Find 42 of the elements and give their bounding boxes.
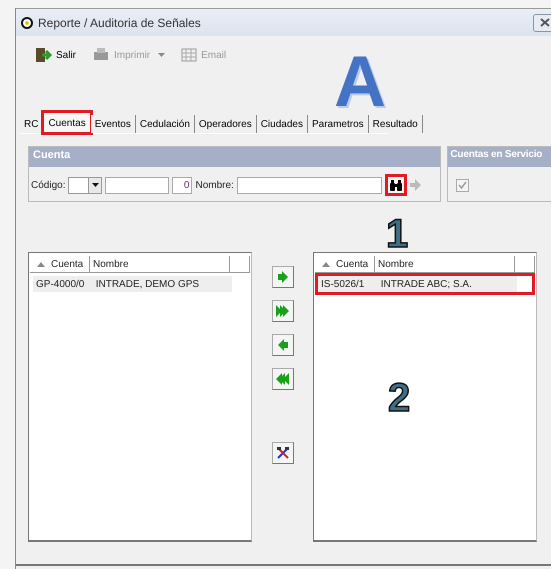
field-label: Nombre: <box>195 180 234 190</box>
grid-icon <box>181 47 198 63</box>
arrow-right-icon <box>278 271 288 283</box>
arrow-left-icon <box>278 339 288 351</box>
column-header[interactable]: Nombre <box>90 256 230 272</box>
toolbar-button[interactable]: Salir <box>34 46 76 64</box>
tab[interactable]: Eventos <box>90 115 136 133</box>
app-icon <box>21 16 33 28</box>
caret-icon <box>92 183 99 187</box>
table-cell-text: IS-5026/1 <box>320 278 366 290</box>
tab[interactable]: Cuentas <box>43 112 91 133</box>
table-cell-text: INTRADE, DEMO GPS <box>94 278 200 290</box>
annotation-label: A <box>334 46 386 118</box>
list-row[interactable]: IS-5026/1 INTRADE ABC; S.A. <box>315 273 535 295</box>
code-dropdown[interactable] <box>68 176 102 194</box>
column-header[interactable]: Cuenta <box>30 256 90 272</box>
close-icon <box>540 18 550 27</box>
column-header[interactable]: Cuenta <box>315 256 375 272</box>
field-label: Código: <box>31 180 66 190</box>
window-title: Reporte / Auditoria de Señales <box>38 16 202 30</box>
number-field[interactable]: 0 <box>172 176 192 194</box>
binoculars-icon <box>390 180 402 190</box>
sort-icon <box>37 262 45 266</box>
search-button[interactable] <box>384 174 407 196</box>
annotation-label: 2 <box>388 378 410 418</box>
arrow-right-icon <box>410 179 421 191</box>
close-button[interactable] <box>533 14 551 32</box>
table-cell-text: GP-4000/0 <box>35 278 86 290</box>
annotation-label: 1 <box>386 214 408 254</box>
triple-arrow-right-icon <box>276 305 289 317</box>
column-header[interactable]: Nombre <box>375 256 515 272</box>
name-field[interactable] <box>236 176 382 194</box>
tools-icon <box>276 446 290 460</box>
panel-header: Cuentas en Servicio <box>448 147 551 167</box>
move-button[interactable] <box>272 442 294 464</box>
exit-door-icon <box>34 46 52 64</box>
checkbox[interactable] <box>456 178 470 192</box>
code-field[interactable] <box>105 176 170 194</box>
sort-icon <box>322 262 330 266</box>
table-cell-text: INTRADE ABC; S.A. <box>380 278 473 290</box>
triple-arrow-left-icon <box>276 373 289 385</box>
panel-header: Cuenta <box>29 147 440 167</box>
